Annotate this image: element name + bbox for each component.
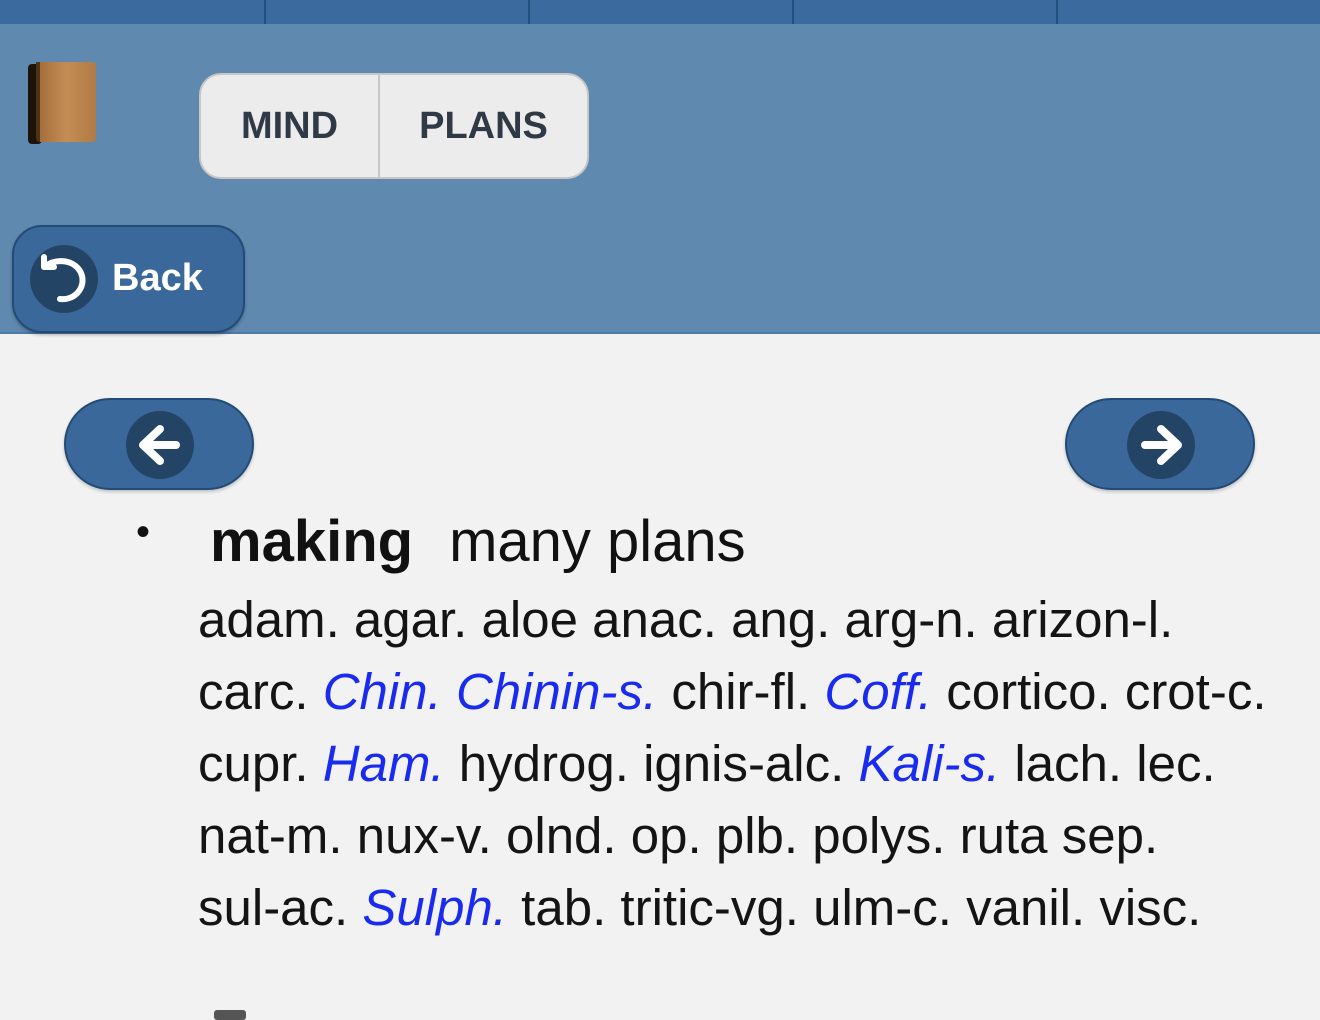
tab-divider [264,0,266,24]
remedy-item[interactable]: nat-m. [198,807,343,864]
remedy-item[interactable]: nux-v. [357,807,492,864]
previous-rubric-button[interactable] [64,398,254,490]
next-icon-circle [1127,411,1195,479]
back-label: Back [112,257,203,299]
next-entry-stub [214,1010,246,1020]
prev-icon-circle [126,411,194,479]
section-segmented-control: MIND PLANS [199,73,589,179]
remedy-item[interactable]: ignis-alc. [643,735,844,792]
segment-mind-button[interactable]: MIND [201,75,380,177]
remedy-item[interactable]: cupr. [198,735,309,792]
book-icon[interactable] [26,60,98,146]
back-icon-circle [30,245,98,313]
remedy-item[interactable]: agar. [354,591,467,648]
arrow-left-icon [139,425,180,465]
header-bar: MIND PLANS Back [0,24,1320,334]
remedy-item[interactable]: crot-c. [1125,663,1267,720]
remedy-item[interactable]: olnd. [506,807,617,864]
remedy-item[interactable]: sul-ac. [198,879,348,936]
remedy-item[interactable]: tab. [521,879,606,936]
remedy-item[interactable]: cortico. [946,663,1110,720]
remedy-item[interactable]: plb. [716,807,798,864]
top-tab-strip [0,0,1320,24]
remedy-item[interactable]: carc. [198,663,309,720]
remedy-item[interactable]: ulm-c. [813,879,952,936]
remedy-item[interactable]: Kali-s. [858,735,1000,792]
remedy-list: adam. agar. aloe anac. ang. arg-n. arizo… [198,584,1278,944]
remedy-item[interactable]: visc. [1099,879,1201,936]
remedy-item[interactable]: lach. [1014,735,1122,792]
remedy-item[interactable]: Sulph. [362,879,507,936]
tab-divider [1056,0,1058,24]
back-button[interactable]: Back [12,225,245,333]
remedy-item[interactable]: sep. [1062,807,1158,864]
remedy-item[interactable]: Ham. [323,735,445,792]
remedy-item[interactable]: chir-fl. [671,663,810,720]
remedy-item[interactable]: arizon-l. [992,591,1173,648]
rubric-keyword: making [210,509,414,574]
remedy-item[interactable]: aloe [482,591,578,648]
rubric-title[interactable]: making many plans [210,508,746,575]
undo-arrow-icon [41,254,86,303]
arrow-right-icon [1141,425,1182,465]
remedy-item[interactable]: hydrog. [459,735,629,792]
tab-divider [528,0,530,24]
segment-plans-button[interactable]: PLANS [380,75,587,177]
remedy-item[interactable]: anac. [592,591,717,648]
remedy-item[interactable]: ruta [960,807,1048,864]
rubric-text: many plans [449,509,746,574]
list-bullet: • [136,510,151,554]
remedy-item[interactable]: adam. [198,591,340,648]
remedy-item[interactable]: Chinin-s. [456,663,657,720]
remedy-item[interactable]: tritic-vg. [620,879,799,936]
remedy-item[interactable]: polys. [812,807,945,864]
remedy-item[interactable]: op. [631,807,702,864]
next-rubric-button[interactable] [1065,398,1255,490]
remedy-item[interactable]: arg-n. [845,591,978,648]
tab-divider [792,0,794,24]
remedy-item[interactable]: vanil. [966,879,1085,936]
remedy-item[interactable]: Chin. [323,663,442,720]
remedy-item[interactable]: Coff. [824,663,932,720]
remedy-item[interactable]: lec. [1136,735,1215,792]
remedy-item[interactable]: ang. [731,591,830,648]
